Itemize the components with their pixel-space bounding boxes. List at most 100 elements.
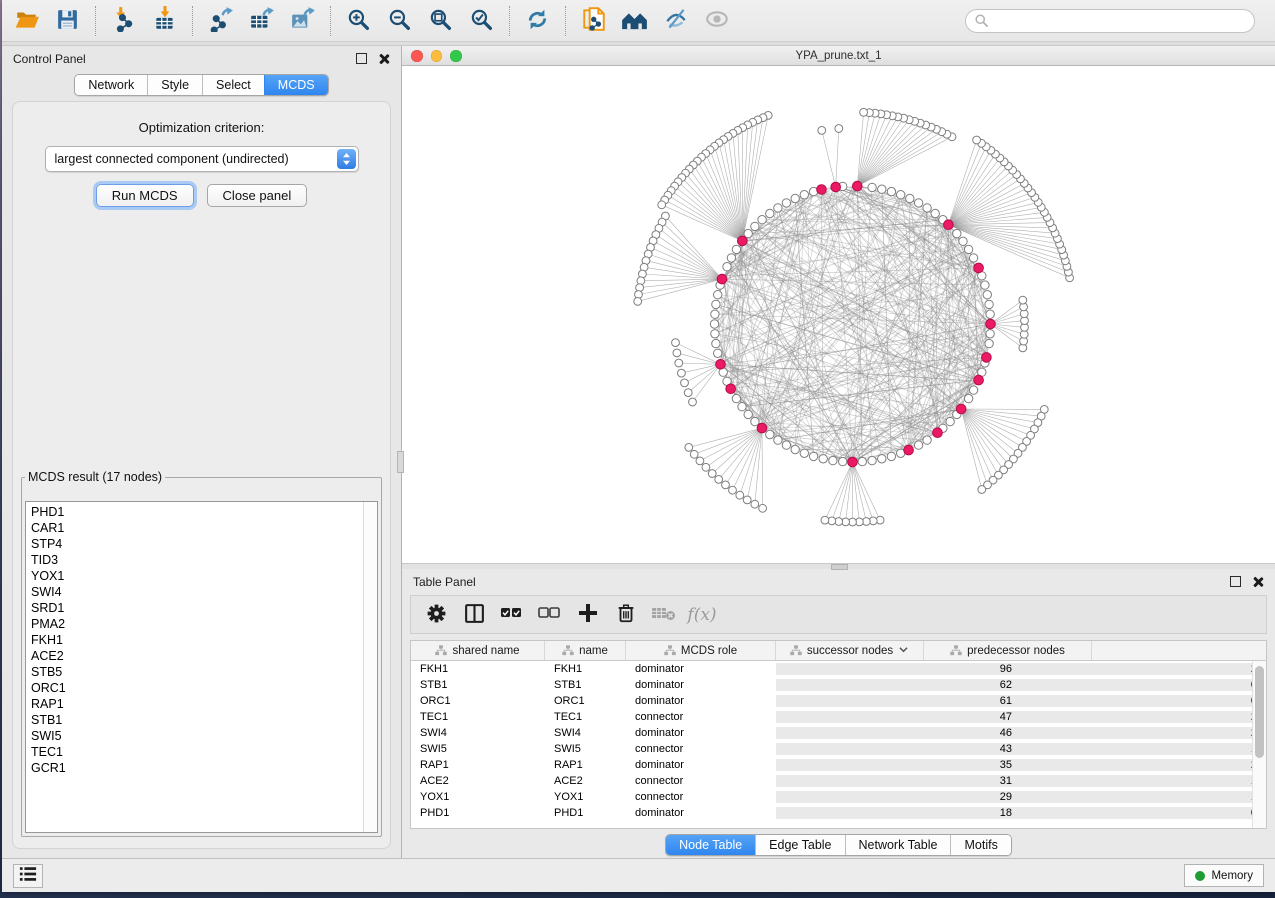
tab-mcds[interactable]: MCDS — [264, 75, 328, 95]
graph-leaf-node[interactable] — [696, 457, 704, 465]
graph-node[interactable] — [791, 445, 799, 453]
search-input[interactable] — [965, 9, 1255, 33]
graph-leaf-node[interactable] — [690, 450, 698, 458]
show-hidden-button[interactable] — [696, 4, 737, 38]
graph-mcds-node[interactable] — [944, 220, 954, 230]
import-network-button[interactable] — [103, 4, 144, 38]
mcds-result-item[interactable]: PMA2 — [26, 616, 377, 632]
graph-node[interactable] — [953, 229, 961, 237]
graph-mcds-node[interactable] — [717, 274, 727, 284]
graph-mcds-node[interactable] — [738, 236, 748, 246]
column-header-mcds-role[interactable]: MCDS role — [626, 641, 776, 660]
graph-node[interactable] — [711, 310, 719, 318]
graph-leaf-node[interactable] — [722, 481, 730, 489]
graph-leaf-node[interactable] — [978, 486, 986, 494]
graph-node[interactable] — [782, 441, 790, 449]
graph-leaf-node[interactable] — [689, 398, 697, 406]
graph-leaf-node[interactable] — [681, 379, 689, 387]
graph-node[interactable] — [897, 191, 905, 199]
graph-node[interactable] — [887, 187, 895, 195]
table-row[interactable]: FKH1FKH1dominator962 — [411, 661, 1266, 677]
mcds-result-item[interactable]: ORC1 — [26, 680, 377, 696]
table-row[interactable]: PHD1PHD1dominator180 — [411, 805, 1266, 821]
mcds-result-item[interactable]: SRD1 — [26, 600, 377, 616]
table-tab-network-table[interactable]: Network Table — [845, 835, 951, 855]
table-scrollbar[interactable] — [1252, 661, 1266, 828]
graph-node[interactable] — [839, 457, 847, 465]
export-image-button[interactable] — [282, 4, 323, 38]
zoom-selected-button[interactable] — [461, 4, 502, 38]
graph-mcds-node[interactable] — [848, 457, 858, 467]
mcds-result-item[interactable]: STB5 — [26, 664, 377, 680]
column-header-successor-nodes[interactable]: successor nodes — [776, 641, 924, 660]
memory-button[interactable]: Memory — [1184, 864, 1264, 887]
graph-leaf-node[interactable] — [821, 516, 829, 524]
tab-style[interactable]: Style — [147, 75, 202, 95]
horizontal-splitter-handle[interactable] — [831, 564, 848, 570]
graph-node[interactable] — [858, 457, 866, 465]
graph-node[interactable] — [751, 417, 759, 425]
graph-node[interactable] — [983, 291, 991, 299]
graph-node[interactable] — [981, 281, 989, 289]
graph-node[interactable] — [923, 204, 931, 212]
graph-leaf-node[interactable] — [685, 444, 693, 452]
graph-node[interactable] — [727, 254, 735, 262]
graph-leaf-node[interactable] — [736, 491, 744, 499]
graph-node[interactable] — [985, 339, 993, 347]
graph-node[interactable] — [732, 245, 740, 253]
delete-table-button[interactable] — [649, 600, 679, 630]
graph-node[interactable] — [986, 310, 994, 318]
column-header-name[interactable]: name — [545, 641, 626, 660]
graph-leaf-node[interactable] — [678, 369, 686, 377]
graph-mcds-node[interactable] — [982, 353, 992, 363]
graph-leaf-node[interactable] — [684, 389, 692, 397]
graph-node[interactable] — [710, 320, 718, 328]
float-table-panel-icon[interactable] — [1230, 576, 1241, 587]
mcds-result-item[interactable]: YOX1 — [26, 568, 377, 584]
graph-node[interactable] — [887, 452, 895, 460]
graph-leaf-node[interactable] — [973, 136, 981, 144]
graph-node[interactable] — [986, 330, 994, 338]
column-header-shared-name[interactable]: shared name — [411, 641, 545, 660]
graph-leaf-node[interactable] — [634, 298, 642, 306]
graph-mcds-node[interactable] — [757, 423, 767, 433]
zoom-in-button[interactable] — [338, 4, 379, 38]
graph-node[interactable] — [711, 330, 719, 338]
select-all-button[interactable] — [497, 600, 527, 630]
new-network-file-button[interactable] — [573, 4, 614, 38]
columns-button[interactable] — [459, 600, 489, 630]
graph-node[interactable] — [751, 222, 759, 230]
table-scrollbar-thumb[interactable] — [1255, 666, 1264, 758]
graph-mcds-node[interactable] — [726, 384, 736, 394]
graph-node[interactable] — [758, 216, 766, 224]
refresh-button[interactable] — [517, 4, 558, 38]
deselect-all-button[interactable] — [535, 600, 565, 630]
table-row[interactable]: ACE2ACE2connector311 — [411, 773, 1266, 789]
graph-node[interactable] — [791, 194, 799, 202]
table-row[interactable]: STB1STB1dominator620 — [411, 677, 1266, 693]
graph-mcds-node[interactable] — [974, 375, 984, 385]
graph-mcds-node[interactable] — [817, 185, 827, 195]
graph-leaf-node[interactable] — [715, 476, 723, 484]
delete-button[interactable] — [611, 600, 641, 630]
graph-leaf-node[interactable] — [729, 486, 737, 494]
tab-network[interactable]: Network — [75, 75, 147, 95]
graph-leaf-node[interactable] — [860, 108, 868, 116]
column-header-predecessor-nodes[interactable]: predecessor nodes — [924, 641, 1092, 660]
mcds-result-list[interactable]: PHD1CAR1STP4TID3YOX1SWI4SRD1PMA2FKH1ACE2… — [25, 501, 378, 833]
table-row[interactable]: SWI5SWI5connector431 — [411, 741, 1266, 757]
graph-leaf-node[interactable] — [759, 504, 767, 512]
zoom-out-button[interactable] — [379, 4, 420, 38]
tab-select[interactable]: Select — [202, 75, 264, 95]
graph-node[interactable] — [766, 209, 774, 217]
graph-node[interactable] — [782, 199, 790, 207]
zoom-window-icon[interactable] — [450, 50, 462, 62]
graph-node[interactable] — [969, 254, 977, 262]
hide-unhide-button[interactable] — [655, 4, 696, 38]
graph-node[interactable] — [819, 455, 827, 463]
table-row[interactable]: TEC1TEC1connector472 — [411, 709, 1266, 725]
graph-node[interactable] — [714, 349, 722, 357]
graph-leaf-node[interactable] — [1019, 296, 1027, 304]
graph-leaf-node[interactable] — [658, 201, 666, 209]
graph-leaf-node[interactable] — [675, 359, 683, 367]
